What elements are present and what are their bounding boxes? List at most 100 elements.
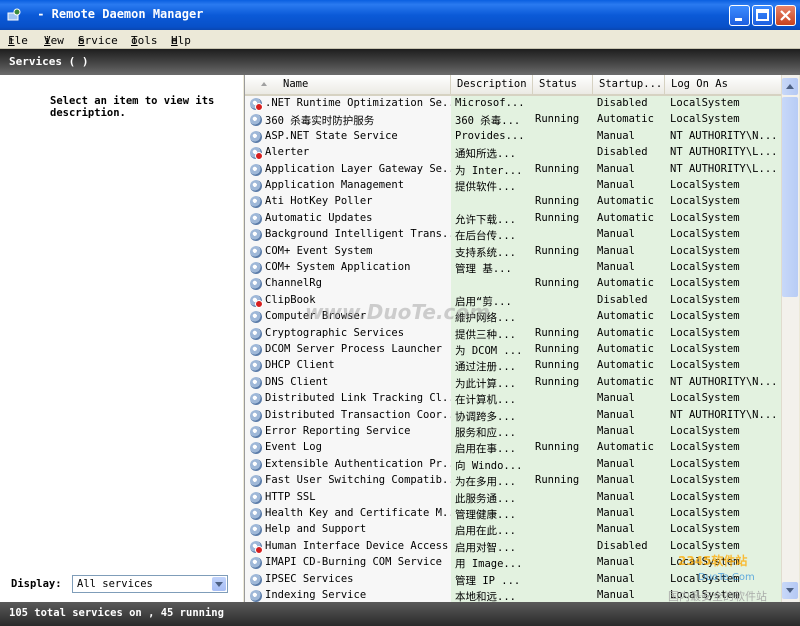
table-row[interactable]: Automatic Updates 允许下载... Running Automatic… <box>245 210 782 228</box>
service-logon: NT AUTHORITY\N... <box>670 408 778 421</box>
service-logon: NT AUTHORITY\L... <box>670 146 778 159</box>
service-stopped-icon <box>250 147 263 161</box>
table-row[interactable]: IPSEC Services 管理 IP ... Manual LocalSystem <box>245 571 782 588</box>
service-gear-icon <box>250 327 262 340</box>
service-startup: Disabled <box>597 293 648 306</box>
table-row[interactable]: COM+ Event System 支持系统... Running Manual Loc… <box>245 243 782 260</box>
service-gear-icon <box>250 130 262 143</box>
table-row[interactable]: Help and Support 启用在此... Manual LocalSystem <box>245 522 782 539</box>
service-logon: LocalSystem <box>670 589 740 601</box>
service-status: Running <box>535 474 580 487</box>
table-row[interactable]: Error Reporting Service 服务和应... Manual Loca… <box>245 424 782 441</box>
column-header-status[interactable]: Status <box>533 75 593 94</box>
service-name: ChannelRg <box>265 277 322 290</box>
menu-bar: File View Service Tools Help <box>0 30 800 49</box>
chevron-down-icon[interactable] <box>212 577 226 591</box>
service-description: 协调跨多... <box>455 410 516 423</box>
column-header-logon[interactable]: Log On As <box>665 75 782 94</box>
table-row[interactable]: 360 杀毒实时防护服务 360 杀毒... Running Automatic Loc… <box>245 112 782 129</box>
close-icon <box>780 10 791 21</box>
table-row[interactable]: Health Key and Certificate M... 管理健康... Ma… <box>245 506 782 523</box>
window-title: - Remote Daemon Manager <box>30 7 204 21</box>
table-row[interactable]: Distributed Link Tracking Cl... 在计算机... Ma… <box>245 391 782 408</box>
close-button[interactable] <box>775 5 796 26</box>
minimize-button[interactable] <box>729 5 750 26</box>
service-description: 为 Inter... <box>455 164 523 177</box>
service-name: Distributed Link Tracking Cl... <box>265 392 451 405</box>
table-row[interactable]: Computer Browser 維护网络... Automatic LocalSys… <box>245 309 782 326</box>
service-name: COM+ Event System <box>265 244 373 257</box>
service-startup: Manual <box>597 261 635 273</box>
service-logon: LocalSystem <box>670 261 740 273</box>
table-row[interactable]: DHCP Client 通过注册... Running Automatic LocalS… <box>245 358 782 375</box>
table-row[interactable]: Background Intelligent Trans... 在后台传... Ma… <box>245 227 782 244</box>
table-row[interactable]: ChannelRg Running Automatic LocalSystem <box>245 276 782 293</box>
service-gear-icon <box>250 376 262 389</box>
table-row[interactable]: .NET Runtime Optimization Se... Microsof.… <box>245 96 782 113</box>
table-row[interactable]: Event Log 启用在事... Running Automatic LocalSys… <box>245 440 782 457</box>
service-name: Help and Support <box>265 523 367 536</box>
service-name: Computer Browser <box>265 310 367 323</box>
service-name: Background Intelligent Trans... <box>265 228 451 241</box>
table-row[interactable]: ClipBook 启用“剪... Disabled LocalSystem <box>245 292 782 310</box>
table-row[interactable]: ASP.NET State Service Provides... Manual NT… <box>245 128 782 146</box>
service-description: 用 Image... <box>455 558 523 571</box>
service-startup: Manual <box>597 179 635 191</box>
table-row[interactable]: HTTP SSL 此服务通... Manual LocalSystem <box>245 489 782 506</box>
service-description: 允许下载... <box>455 213 516 226</box>
service-logon: LocalSystem <box>670 539 740 552</box>
service-gear-icon <box>250 557 262 570</box>
display-filter-select[interactable]: All services <box>72 575 228 593</box>
service-status: Running <box>535 277 580 290</box>
service-logon: LocalSystem <box>670 113 740 126</box>
service-logon: LocalSystem <box>670 211 740 224</box>
service-logon: LocalSystem <box>670 179 740 191</box>
table-row[interactable]: COM+ System Application 管理 基... Manual Loca… <box>245 260 782 277</box>
service-description: 向 Windo... <box>455 459 523 472</box>
service-startup: Automatic <box>597 343 654 355</box>
maximize-button[interactable] <box>752 5 773 26</box>
column-header-startup[interactable]: Startup... <box>593 75 665 94</box>
services-list[interactable]: Name Description Status Startup... Log O… <box>244 75 782 602</box>
scroll-thumb[interactable] <box>782 97 798 297</box>
service-startup: Automatic <box>597 310 654 323</box>
service-name: Extensible Authentication Pr... <box>265 457 451 470</box>
service-logon: LocalSystem <box>670 97 740 109</box>
service-startup: Automatic <box>597 359 654 372</box>
table-row[interactable]: Application Management 提供软件... Manual Local… <box>245 178 782 195</box>
service-name: .NET Runtime Optimization Se... <box>265 97 451 109</box>
service-logon: NT AUTHORITY\L... <box>670 162 778 175</box>
display-label: Display: <box>11 578 62 590</box>
service-gear-icon <box>250 229 262 242</box>
service-logon: LocalSystem <box>670 244 740 257</box>
column-header-description[interactable]: Description <box>451 75 533 94</box>
table-row[interactable]: IMAPI CD-Burning COM Service 用 Image... Ma… <box>245 555 782 572</box>
table-row[interactable]: Fast User Switching Compatib... 为在多用... Ru… <box>245 473 782 490</box>
service-description: 管理健康... <box>455 509 516 521</box>
table-row[interactable]: Distributed Transaction Coor... 协调跨多... Ma… <box>245 407 782 424</box>
service-description: 本地和远... <box>455 591 516 602</box>
service-startup: Manual <box>597 408 635 421</box>
service-name: COM+ System Application <box>265 261 411 273</box>
vertical-scrollbar[interactable] <box>781 75 799 602</box>
service-startup: Manual <box>597 162 635 175</box>
service-name: ClipBook <box>265 293 316 306</box>
table-row[interactable]: Indexing Service 本地和远... Manual LocalSystem <box>245 588 782 602</box>
table-row[interactable]: Human Interface Device Access 启用对智... Disa… <box>245 538 782 556</box>
scroll-down-button[interactable] <box>782 582 798 599</box>
service-startup: Manual <box>597 589 635 601</box>
table-row[interactable]: Application Layer Gateway Se... 为 Inter..… <box>245 161 782 178</box>
table-row[interactable]: Ati HotKey Poller Running Automatic LocalSy… <box>245 194 782 211</box>
service-status: Running <box>535 359 580 372</box>
table-row[interactable]: DCOM Server Process Launcher 为 DCOM ... Ru… <box>245 342 782 359</box>
service-gear-icon <box>250 311 262 324</box>
table-row[interactable]: Extensible Authentication Pr... 向 Windo..… <box>245 456 782 474</box>
column-header-name[interactable]: Name <box>245 75 451 94</box>
service-logon: LocalSystem <box>670 425 740 437</box>
table-row[interactable]: Alerter 通知所选... Disabled NT AUTHORITY\L... <box>245 145 782 162</box>
app-icon[interactable] <box>6 7 22 23</box>
service-description: Microsof... <box>455 97 525 109</box>
table-row[interactable]: Cryptographic Services 提供三种... Running Auto… <box>245 325 782 342</box>
scroll-up-button[interactable] <box>782 78 798 95</box>
table-row[interactable]: DNS Client 为此计算... Running Automatic NT AUTH… <box>245 374 782 392</box>
